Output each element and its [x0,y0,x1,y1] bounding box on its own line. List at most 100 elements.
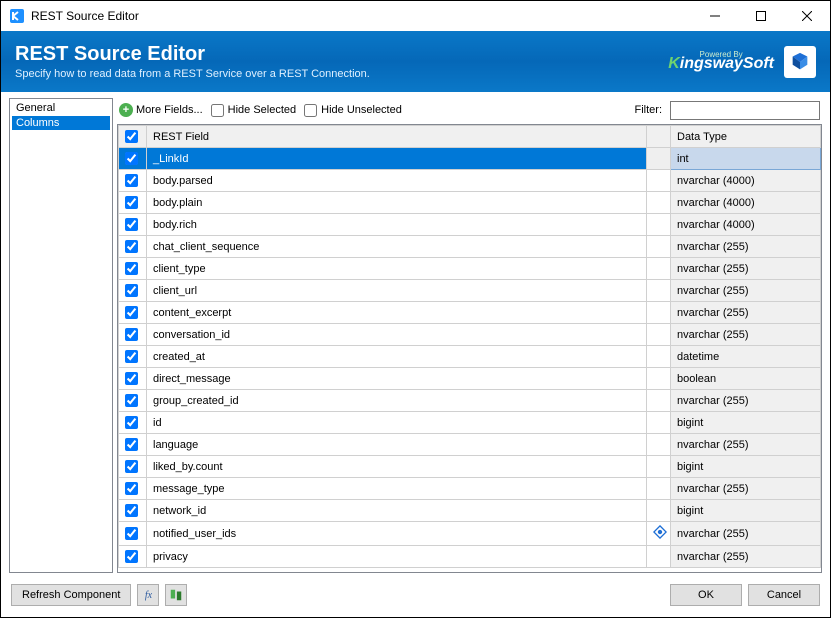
ok-button[interactable]: OK [670,584,742,606]
row-checkbox[interactable] [119,192,147,214]
row-checkbox[interactable] [119,434,147,456]
sidebar-item-columns[interactable]: Columns [12,116,110,130]
type-cell[interactable]: nvarchar (255) [671,478,821,500]
grid-scroll[interactable]: REST Field Data Type _LinkIdintbody.pars… [118,125,821,572]
type-cell[interactable]: nvarchar (255) [671,434,821,456]
table-row[interactable]: privacy nvarchar (255) [119,546,821,568]
maximize-button[interactable] [738,1,784,31]
table-row[interactable]: body.parsed nvarchar (4000) [119,170,821,192]
field-cell[interactable]: liked_by.count [147,456,647,478]
type-cell[interactable]: nvarchar (255) [671,522,821,546]
field-cell[interactable]: _LinkId [147,148,647,170]
row-checkbox[interactable] [119,390,147,412]
type-cell[interactable]: nvarchar (4000) [671,214,821,236]
field-cell[interactable]: content_excerpt [147,302,647,324]
table-row[interactable]: id bigint [119,412,821,434]
filter-input[interactable] [670,101,820,120]
row-checkbox[interactable] [119,236,147,258]
row-checkbox[interactable] [119,346,147,368]
type-cell[interactable]: nvarchar (255) [671,302,821,324]
field-cell[interactable]: body.parsed [147,170,647,192]
table-row[interactable]: direct_message boolean [119,368,821,390]
sidebar-item-general[interactable]: General [12,101,110,115]
table-row[interactable]: body.plain nvarchar (4000) [119,192,821,214]
row-checkbox[interactable] [119,500,147,522]
documentation-button[interactable] [165,584,187,606]
row-checkbox[interactable] [119,302,147,324]
table-row[interactable]: client_url nvarchar (255) [119,280,821,302]
table-row[interactable]: language nvarchar (255) [119,434,821,456]
field-cell[interactable]: body.rich [147,214,647,236]
row-link-icon[interactable] [647,522,671,546]
row-checkbox[interactable] [119,280,147,302]
table-row[interactable]: liked_by.count bigint [119,456,821,478]
type-cell[interactable]: boolean [671,368,821,390]
cancel-button[interactable]: Cancel [748,584,820,606]
row-checkbox[interactable] [119,148,147,170]
type-cell[interactable]: int [671,148,821,170]
row-checkbox[interactable] [119,258,147,280]
brand-area: Powered By KingswaySoft [668,46,816,78]
field-cell[interactable]: created_at [147,346,647,368]
table-row[interactable]: conversation_id nvarchar (255) [119,324,821,346]
row-checkbox[interactable] [119,522,147,546]
footer: Refresh Component fx OK Cancel [1,573,830,617]
type-cell[interactable]: nvarchar (255) [671,324,821,346]
type-cell[interactable]: nvarchar (4000) [671,192,821,214]
field-cell[interactable]: body.plain [147,192,647,214]
table-row[interactable]: network_id bigint [119,500,821,522]
type-cell[interactable]: datetime [671,346,821,368]
type-cell[interactable]: bigint [671,500,821,522]
row-checkbox[interactable] [119,546,147,568]
type-cell[interactable]: nvarchar (255) [671,390,821,412]
table-row[interactable]: client_type nvarchar (255) [119,258,821,280]
table-row[interactable]: _LinkId int [119,148,821,170]
field-cell[interactable]: chat_client_sequence [147,236,647,258]
field-cell[interactable]: client_url [147,280,647,302]
field-cell[interactable]: conversation_id [147,324,647,346]
row-checkbox[interactable] [119,368,147,390]
row-checkbox[interactable] [119,456,147,478]
refresh-component-button[interactable]: Refresh Component [11,584,131,606]
field-cell[interactable]: direct_message [147,368,647,390]
row-link-icon [647,390,671,412]
field-cell[interactable]: language [147,434,647,456]
hide-unselected-checkbox[interactable]: Hide Unselected [304,104,402,117]
table-row[interactable]: group_created_id nvarchar (255) [119,390,821,412]
columns-toolbar: + More Fields... Hide Selected Hide Unse… [117,98,822,122]
type-cell[interactable]: nvarchar (255) [671,546,821,568]
minimize-button[interactable] [692,1,738,31]
banner: REST Source Editor Specify how to read d… [1,31,830,92]
header-rest-field[interactable]: REST Field [147,126,647,148]
hide-selected-checkbox[interactable]: Hide Selected [211,104,297,117]
field-cell[interactable]: client_type [147,258,647,280]
row-checkbox[interactable] [119,214,147,236]
row-checkbox[interactable] [119,478,147,500]
table-row[interactable]: created_at datetime [119,346,821,368]
field-cell[interactable]: privacy [147,546,647,568]
field-cell[interactable]: id [147,412,647,434]
table-row[interactable]: message_type nvarchar (255) [119,478,821,500]
type-cell[interactable]: nvarchar (4000) [671,170,821,192]
type-cell[interactable]: bigint [671,456,821,478]
type-cell[interactable]: nvarchar (255) [671,236,821,258]
table-row[interactable]: notified_user_ids nvarchar (255) [119,522,821,546]
select-all-checkbox[interactable] [119,126,147,148]
row-checkbox[interactable] [119,324,147,346]
close-button[interactable] [784,1,830,31]
field-cell[interactable]: group_created_id [147,390,647,412]
row-checkbox[interactable] [119,170,147,192]
table-row[interactable]: content_excerpt nvarchar (255) [119,302,821,324]
field-cell[interactable]: network_id [147,500,647,522]
row-checkbox[interactable] [119,412,147,434]
type-cell[interactable]: bigint [671,412,821,434]
field-cell[interactable]: message_type [147,478,647,500]
type-cell[interactable]: nvarchar (255) [671,258,821,280]
table-row[interactable]: chat_client_sequence nvarchar (255) [119,236,821,258]
table-row[interactable]: body.rich nvarchar (4000) [119,214,821,236]
more-fields-button[interactable]: + More Fields... [119,103,203,117]
field-cell[interactable]: notified_user_ids [147,522,647,546]
type-cell[interactable]: nvarchar (255) [671,280,821,302]
header-data-type[interactable]: Data Type [671,126,821,148]
expression-button[interactable]: fx [137,584,159,606]
